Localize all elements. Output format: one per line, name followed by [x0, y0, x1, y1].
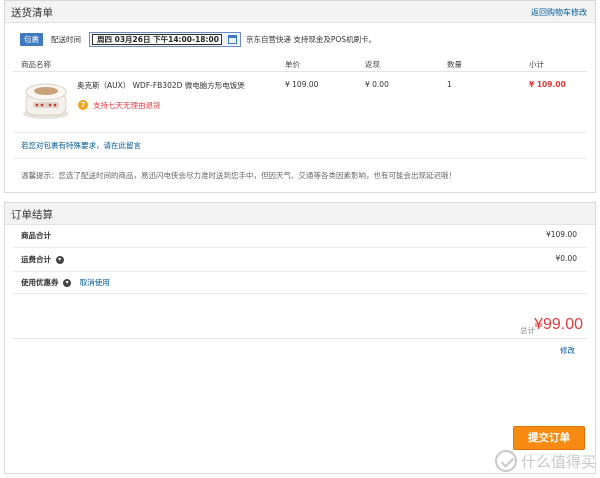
goods-total-value: ¥109.00: [545, 230, 577, 239]
goods-total-row: 商品合计 ¥109.00: [21, 230, 577, 244]
delivery-hint: 温馨提示：您选了配送时间的商品，易迅闪电侠会尽力准时送到您手中，但因天气、交通等…: [21, 171, 456, 180]
chevron-down-icon[interactable]: ▾: [63, 279, 72, 287]
divider: [13, 271, 587, 272]
column-header-price: 单价: [285, 60, 300, 69]
column-header-name: 商品名称: [21, 60, 51, 69]
submit-order-button[interactable]: 提交订单: [513, 426, 585, 450]
coupon-label: 使用优惠券: [21, 278, 59, 287]
seven-day-return-text: 支持七天无理由退货: [93, 101, 161, 110]
total-amount: ¥99.00: [534, 316, 583, 333]
shipping-list-title: 送货清单: [11, 7, 53, 19]
watermark: 什么值得买: [494, 450, 596, 472]
product-cashback: ¥ 0.00: [365, 80, 389, 89]
edit-order-link[interactable]: 修改: [560, 345, 575, 356]
product-price: ¥ 109.00: [285, 80, 319, 89]
total-label: 总计: [520, 326, 535, 335]
goods-total-label: 商品合计: [21, 231, 51, 240]
shipping-list-panel: 送货清单 返回购物车修改 包裹 配送时间 周四 03月26日 下午14:00-1…: [4, 0, 596, 193]
shipping-fee-label: 运费合计: [21, 255, 51, 264]
product-quantity: 1: [447, 80, 452, 89]
order-settlement-panel: 订单结算 商品合计 ¥109.00 运费合计 ▾ ¥0.00 使用优惠券 ▾ 取…: [4, 202, 596, 474]
column-header-cashback: 返现: [365, 60, 380, 69]
leave-remark-link[interactable]: 若您对包裹有特殊要求，请在此留言: [21, 140, 141, 151]
delivery-time-select[interactable]: 周四 03月26日 下午14:00-18:00: [89, 31, 241, 47]
chevron-down-icon[interactable]: ▾: [55, 256, 64, 264]
rice-cooker-image[interactable]: [21, 78, 71, 121]
calendar-icon[interactable]: [228, 34, 237, 44]
back-to-cart-link[interactable]: 返回购物车修改: [531, 7, 587, 18]
column-header-subtotal: 小计: [529, 60, 544, 69]
divider: [13, 132, 587, 133]
column-header-quantity: 数量: [447, 60, 462, 69]
shipping-list-header: 送货清单 返回购物车修改: [5, 1, 595, 23]
shipping-fee-value: ¥0.00: [555, 254, 577, 263]
cancel-coupon-link[interactable]: 取消使用: [80, 278, 110, 287]
product-name-link[interactable]: 奥克斯（AUX） WDF-FB302D 微电脑方形电饭煲: [77, 80, 245, 91]
watermark-text: 什么值得买: [520, 452, 596, 471]
divider: [13, 158, 587, 159]
delivery-note: 京东自营快递 支持现金及POS机刷卡。: [246, 34, 377, 44]
total-divider: [13, 338, 587, 339]
order-settlement-title: 订单结算: [11, 209, 53, 221]
product-subtotal: ¥ 109.00: [529, 80, 566, 89]
shipping-fee-row: 运费合计 ▾ ¥0.00: [21, 254, 577, 268]
divider: [13, 247, 587, 248]
watermark-logo-icon: [494, 450, 517, 472]
header-divider: [13, 71, 587, 72]
seven-day-return-icon: 7: [78, 100, 88, 110]
package-badge: 包裹: [20, 32, 43, 46]
order-settlement-header: 订单结算: [5, 203, 595, 225]
coupon-row: 使用优惠券 ▾ 取消使用: [21, 277, 577, 291]
divider: [13, 293, 587, 294]
delivery-time-label: 配送时间: [51, 34, 81, 44]
delivery-time-row: 包裹 配送时间 周四 03月26日 下午14:00-18:00 京东自营快递 支…: [20, 31, 376, 47]
delivery-time-value: 周四 03月26日 下午14:00-18:00: [92, 33, 222, 45]
